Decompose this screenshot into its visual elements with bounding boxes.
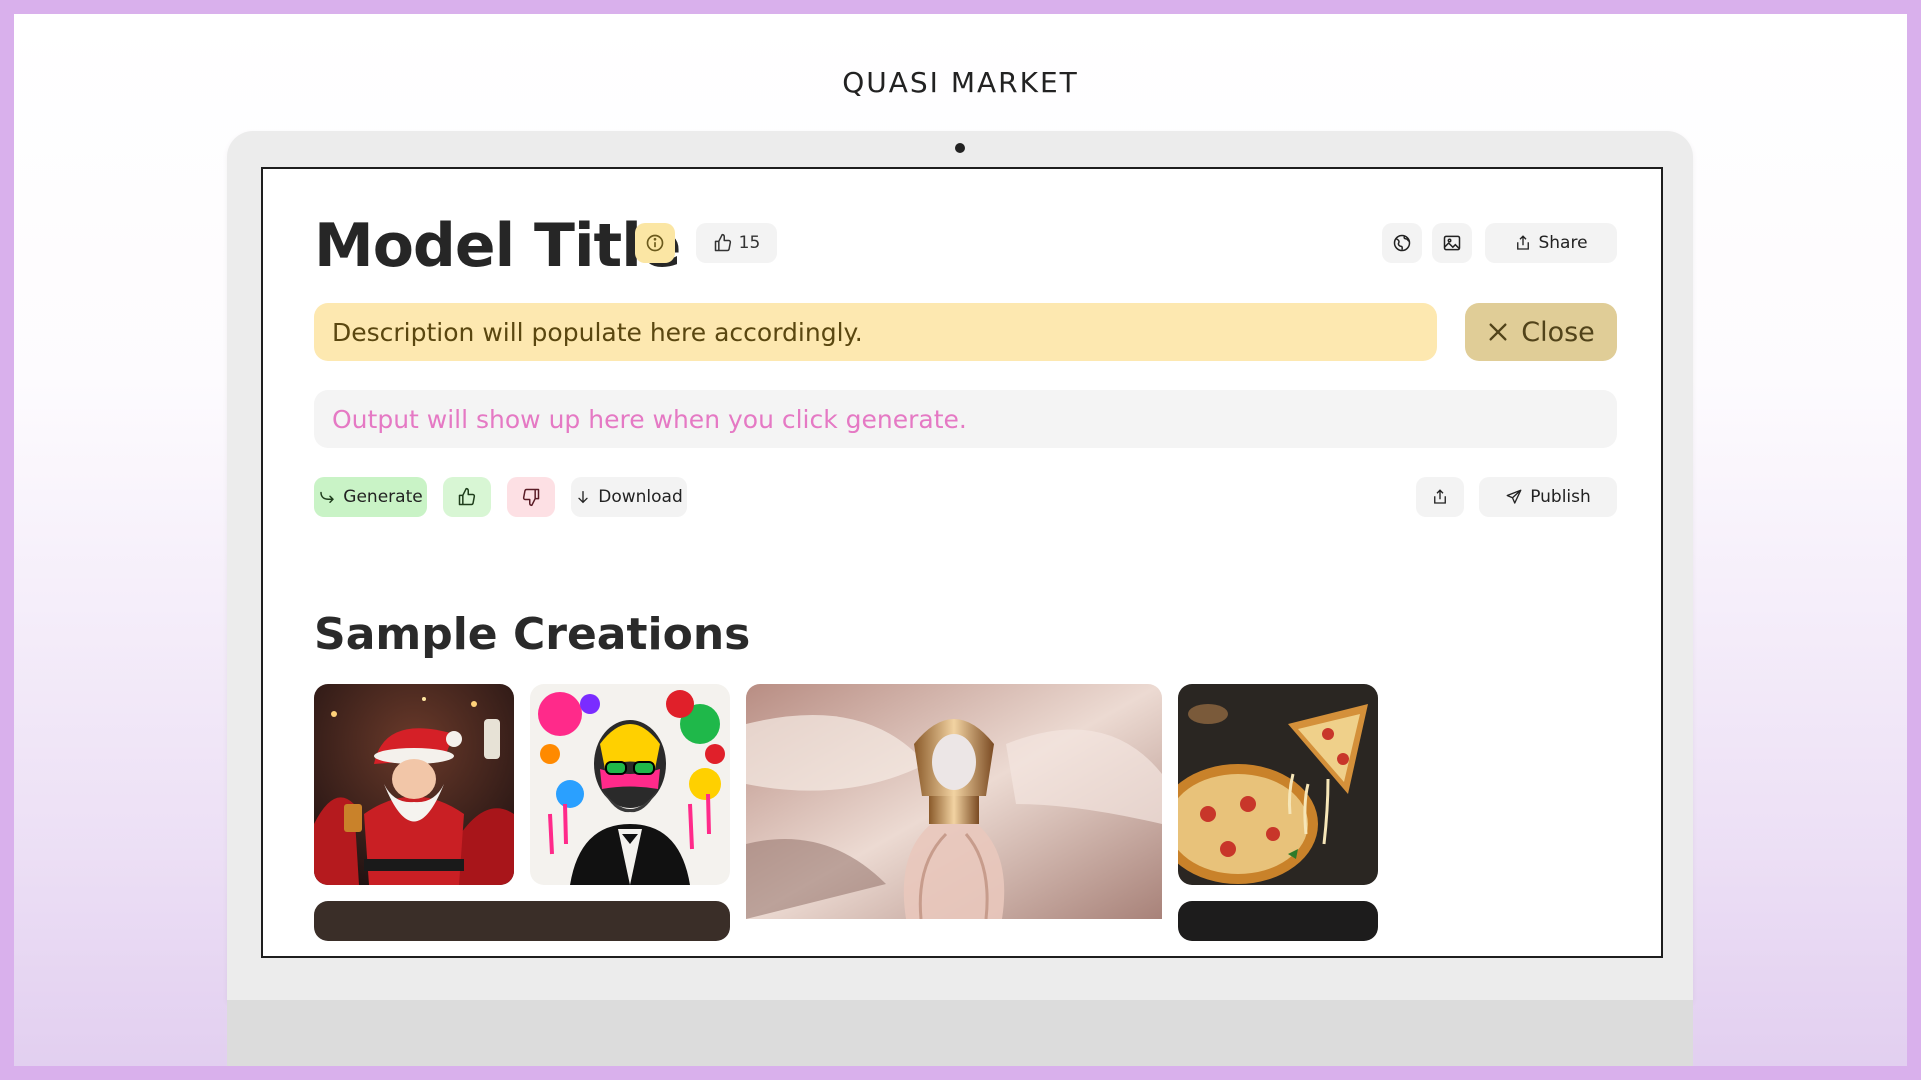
download-label: Download xyxy=(598,487,683,507)
gallery-title: Sample Creations xyxy=(314,609,751,660)
thumbs-up-icon xyxy=(714,233,731,252)
generate-label: Generate xyxy=(343,487,423,507)
globe-icon xyxy=(1393,234,1411,252)
output-placeholder: Output will show up here when you click … xyxy=(332,404,967,434)
likes-badge[interactable]: 15 xyxy=(696,223,777,263)
description-box: Description will populate here according… xyxy=(314,303,1437,361)
output-box: Output will show up here when you click … xyxy=(314,390,1617,448)
image-icon xyxy=(1443,235,1461,251)
model-title: Model Title xyxy=(314,211,681,281)
thumbs-up-icon xyxy=(458,487,476,506)
close-button[interactable]: Close xyxy=(1465,303,1617,361)
send-icon xyxy=(1506,489,1522,504)
arrow-turn-right-icon xyxy=(320,491,335,503)
share-icon xyxy=(1434,489,1446,504)
publish-label: Publish xyxy=(1530,487,1591,507)
share-icon xyxy=(1517,235,1530,250)
gallery-image-pop-art[interactable] xyxy=(530,684,730,885)
like-button[interactable] xyxy=(443,477,491,517)
info-icon xyxy=(646,234,664,252)
close-icon xyxy=(1489,323,1507,341)
gallery-image-row2-2[interactable] xyxy=(1178,901,1378,941)
description-text: Description will populate here according… xyxy=(332,317,863,347)
brand-title: QUASI MARKET xyxy=(842,66,1079,99)
globe-button[interactable] xyxy=(1382,223,1422,263)
camera-dot xyxy=(955,143,965,153)
export-button[interactable] xyxy=(1416,477,1464,517)
arrow-down-icon xyxy=(578,491,588,504)
thumbs-down-icon xyxy=(522,488,540,507)
share-label: Share xyxy=(1538,233,1588,253)
gallery-image-perfume[interactable] xyxy=(746,684,1162,919)
publish-button[interactable]: Publish xyxy=(1479,477,1617,517)
gallery-image-row2-1[interactable] xyxy=(314,901,730,941)
gallery-image-santa[interactable] xyxy=(314,684,514,885)
dislike-button[interactable] xyxy=(507,477,555,517)
app-screen: Model Title 15 Share Description will po… xyxy=(261,167,1663,958)
image-button[interactable] xyxy=(1432,223,1472,263)
close-label: Close xyxy=(1521,316,1595,348)
generate-button[interactable]: Generate xyxy=(314,477,427,517)
download-button[interactable]: Download xyxy=(571,477,687,517)
share-button[interactable]: Share xyxy=(1485,223,1617,263)
laptop-base xyxy=(227,1000,1693,1066)
info-button[interactable] xyxy=(635,223,675,263)
likes-count: 15 xyxy=(738,233,761,253)
gallery-image-pizza[interactable] xyxy=(1178,684,1378,885)
